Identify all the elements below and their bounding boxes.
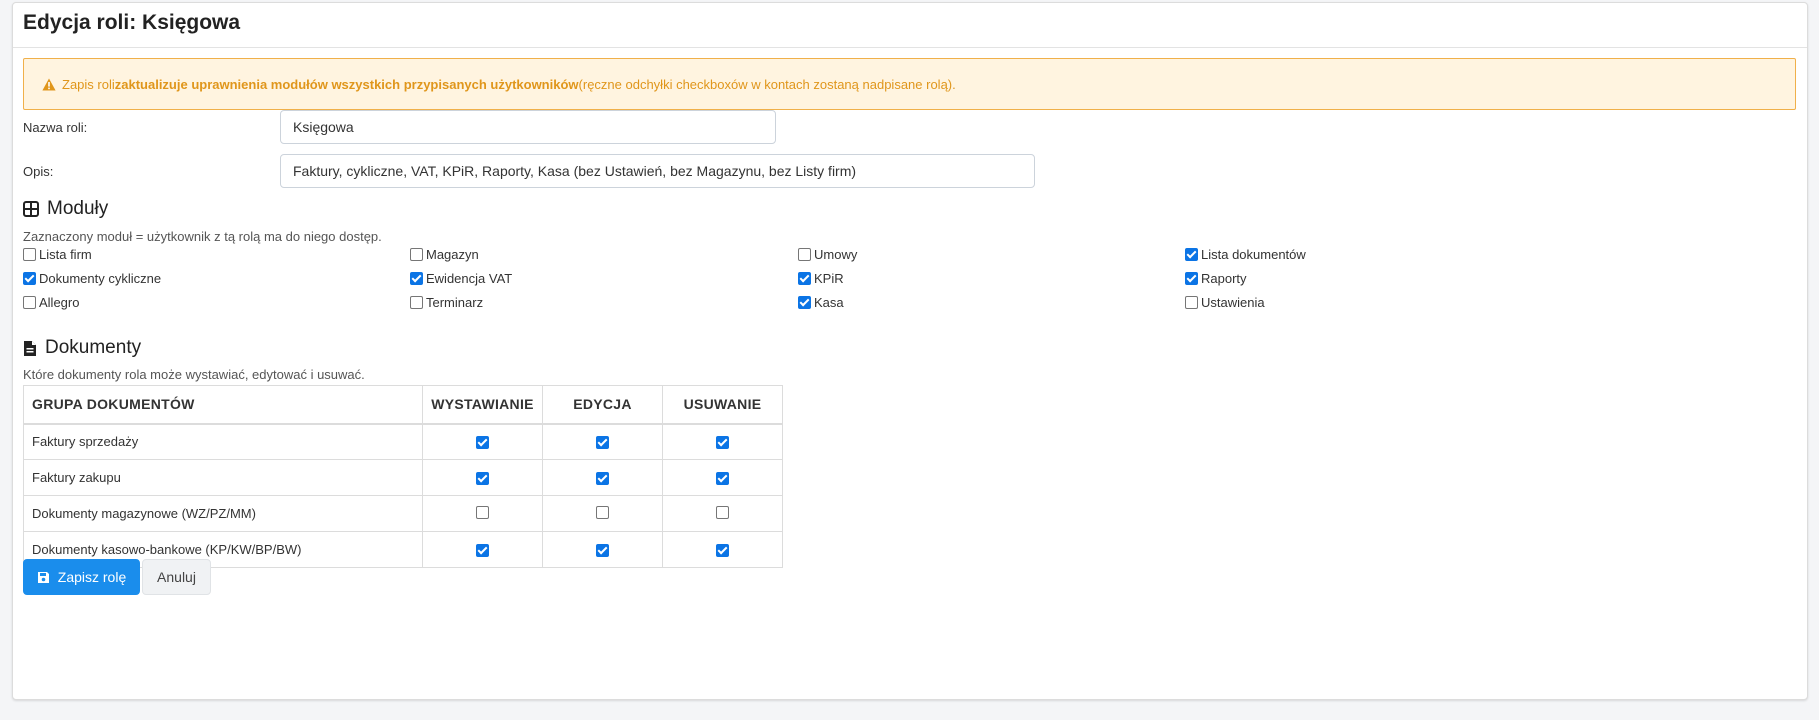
module-label: Umowy <box>814 247 858 262</box>
document-group-label: Faktury sprzedaży <box>23 423 423 460</box>
permission-cell <box>542 423 663 460</box>
modules-section-title: Moduły <box>23 198 108 220</box>
grid-icon <box>23 201 39 217</box>
module-checkbox-item[interactable]: Raporty <box>1185 271 1247 286</box>
role-name-input[interactable] <box>280 110 776 144</box>
cancel-label: Anuluj <box>157 569 196 585</box>
module-checkbox-item[interactable]: Magazyn <box>410 247 479 262</box>
module-label: Ustawienia <box>1201 295 1265 310</box>
document-group-label: Faktury zakupu <box>23 459 423 496</box>
permission-cell <box>662 459 783 496</box>
card-header: Edycja roli: Księgowa <box>13 3 1807 48</box>
module-checkbox-item[interactable]: Lista dokumentów <box>1185 247 1306 262</box>
issue-checkbox[interactable] <box>476 544 489 557</box>
module-checkbox[interactable] <box>410 296 423 309</box>
column-header-edit: EDYCJA <box>542 385 663 424</box>
role-name-label: Nazwa roli: <box>23 120 88 135</box>
permission-cell <box>422 423 543 460</box>
module-checkbox-item[interactable]: Ewidencja VAT <box>410 271 512 286</box>
module-checkbox-item[interactable]: Ustawienia <box>1185 295 1265 310</box>
permission-cell <box>662 531 783 568</box>
warning-alert: Zapis roli zaktualizuje uprawnienia modu… <box>23 58 1796 110</box>
module-checkbox[interactable] <box>410 272 423 285</box>
table-row: Dokumenty magazynowe (WZ/PZ/MM) <box>23 495 783 532</box>
module-label: Lista firm <box>39 247 92 262</box>
module-checkbox[interactable] <box>410 248 423 261</box>
save-role-button[interactable]: Zapisz rolę <box>23 559 140 595</box>
permission-cell <box>662 423 783 460</box>
module-checkbox-item[interactable]: KPiR <box>798 271 844 286</box>
documents-title: Dokumenty <box>45 337 142 358</box>
edit-checkbox[interactable] <box>596 472 609 485</box>
column-header-issue: WYSTAWIANIE <box>422 385 543 424</box>
permission-cell <box>542 459 663 496</box>
permission-cell <box>422 531 543 568</box>
module-label: Raporty <box>1201 271 1247 286</box>
alert-suffix: (ręczne odchyłki checkboxów w kontach zo… <box>578 76 956 92</box>
module-checkbox[interactable] <box>798 272 811 285</box>
column-header-delete: USUWANIE <box>662 385 783 424</box>
module-label: Kasa <box>814 295 844 310</box>
card-body: Zapis roli zaktualizuje uprawnienia modu… <box>13 48 1807 595</box>
delete-checkbox[interactable] <box>716 505 729 519</box>
documents-description: Które dokumenty rola może wystawiać, edy… <box>23 367 365 382</box>
module-checkbox[interactable] <box>1185 296 1198 309</box>
edit-checkbox[interactable] <box>596 505 609 519</box>
edit-checkbox[interactable] <box>596 544 609 557</box>
module-checkbox[interactable] <box>798 296 811 309</box>
module-checkbox[interactable] <box>798 248 811 261</box>
description-label: Opis: <box>23 164 54 179</box>
permission-cell <box>662 495 783 532</box>
module-label: Magazyn <box>426 247 479 262</box>
permission-cell <box>542 531 663 568</box>
module-label: Allegro <box>39 295 80 310</box>
issue-checkbox[interactable] <box>476 436 489 450</box>
modules-title: Moduły <box>47 198 109 219</box>
module-checkbox[interactable] <box>23 248 36 261</box>
table-row: Faktury sprzedaży <box>23 423 783 460</box>
document-icon <box>24 340 36 356</box>
module-checkbox[interactable] <box>1185 248 1198 261</box>
module-label: Ewidencja VAT <box>426 271 513 286</box>
module-label: KPiR <box>814 271 844 286</box>
modules-description: Zaznaczony moduł = użytkownik z tą rolą … <box>23 229 382 244</box>
documents-table-body: Faktury sprzedaży Faktury zakupu Dokumenty… <box>23 423 783 568</box>
module-checkbox[interactable] <box>23 296 36 309</box>
warning-icon <box>42 78 56 90</box>
table-row: Faktury zakupu <box>23 459 783 496</box>
module-label: Dokumenty cykliczne <box>39 271 162 286</box>
edit-checkbox[interactable] <box>596 436 609 450</box>
cancel-button[interactable]: Anuluj <box>142 559 211 595</box>
description-input[interactable] <box>280 154 1035 188</box>
save-role-label: Zapisz rolę <box>57 569 127 585</box>
module-checkbox-item[interactable]: Umowy <box>798 247 857 262</box>
permission-cell <box>422 459 543 496</box>
page-title: Edycja roli: Księgowa <box>23 11 241 34</box>
module-checkbox-item[interactable]: Lista firm <box>23 247 92 262</box>
module-checkbox[interactable] <box>23 272 36 285</box>
permission-cell <box>422 495 543 532</box>
column-header-group: GRUPA DOKUMENTÓW <box>23 385 423 424</box>
module-label: Lista dokumentów <box>1201 247 1306 262</box>
module-checkbox-item[interactable]: Dokumenty cykliczne <box>23 271 161 286</box>
module-checkbox-item[interactable]: Allegro <box>23 295 79 310</box>
module-label: Terminarz <box>426 295 484 310</box>
delete-checkbox[interactable] <box>716 544 729 557</box>
module-checkbox-item[interactable]: Terminarz <box>410 295 483 310</box>
alert-prefix: Zapis roli <box>62 76 115 92</box>
permission-cell <box>542 495 663 532</box>
save-icon <box>37 571 49 583</box>
issue-checkbox[interactable] <box>476 472 489 485</box>
table-header-row: GRUPA DOKUMENTÓW WYSTAWIANIE EDYCJA USUW… <box>23 385 783 424</box>
role-edit-card: Edycja roli: Księgowa Zapis roli zaktual… <box>12 2 1808 700</box>
delete-checkbox[interactable] <box>716 436 729 450</box>
issue-checkbox[interactable] <box>476 505 489 519</box>
alert-bold: zaktualizuje uprawnienia modułów wszystk… <box>114 76 579 92</box>
module-checkbox[interactable] <box>1185 272 1198 285</box>
documents-section-title: Dokumenty <box>23 337 141 359</box>
module-checkbox-item[interactable]: Kasa <box>798 295 844 310</box>
delete-checkbox[interactable] <box>716 472 729 485</box>
document-group-label: Dokumenty magazynowe (WZ/PZ/MM) <box>23 495 423 532</box>
documents-permissions-table: GRUPA DOKUMENTÓW WYSTAWIANIE EDYCJA USUW… <box>23 385 783 568</box>
